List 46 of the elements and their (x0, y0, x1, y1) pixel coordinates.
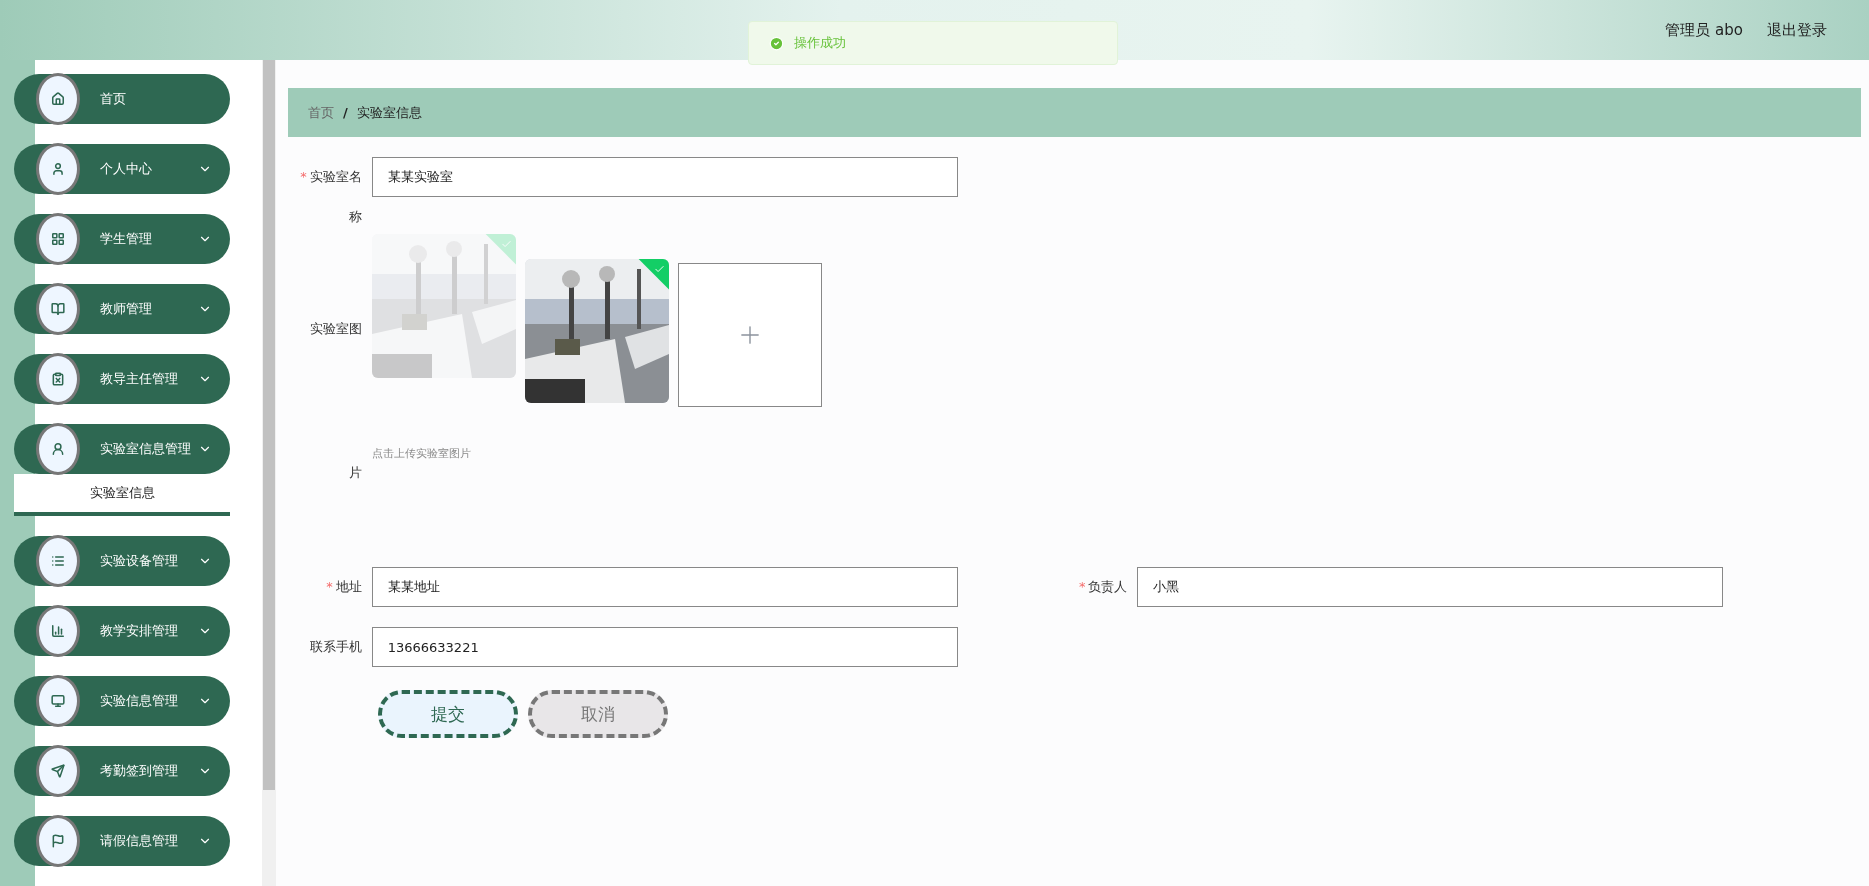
user-icon (51, 442, 65, 456)
check-icon (500, 238, 512, 250)
address-input[interactable]: 某某地址 (371, 567, 958, 607)
menu-item[interactable]: 实验信息管理 (14, 676, 230, 726)
name-input[interactable]: 某某实验室 (371, 157, 958, 197)
flag-icon (51, 834, 65, 848)
field-label: * 实验室名称 (299, 168, 363, 226)
menu-item[interactable]: 实验室信息管理 (14, 424, 230, 474)
phone-input[interactable]: 13666633221 (371, 627, 958, 667)
menu-item[interactable]: 请假信息管理 (14, 816, 230, 866)
success-icon (769, 35, 784, 51)
check-icon (653, 263, 665, 275)
logout-link[interactable]: 退出登录 (1767, 20, 1827, 40)
scrollbar-thumb[interactable] (263, 60, 275, 790)
breadcrumb-link[interactable]: 实验室信息 (356, 103, 422, 122)
menu-item[interactable]: 教师管理 (14, 284, 230, 334)
breadcrumb-separator: / (343, 105, 348, 120)
menu-item[interactable]: 考勤签到管理 (14, 746, 230, 796)
submenu-item[interactable]: 实验室信息 (14, 474, 230, 516)
manager-input[interactable]: 小黑 (1137, 567, 1724, 607)
breadcrumb-link[interactable]: 首页 (308, 103, 334, 122)
monitor-icon (51, 694, 65, 708)
clipboard-icon (51, 372, 65, 386)
field-label: * 负责人 (1077, 578, 1129, 596)
user-name: 管理员 abo (1665, 20, 1743, 40)
bar-chart-icon (51, 624, 65, 638)
list-icon (51, 554, 65, 568)
menu-item[interactable]: 实验设备管理 (14, 536, 230, 586)
menu-item[interactable]: 首页 (14, 74, 230, 124)
home-icon (51, 92, 65, 106)
menu-item[interactable]: 教学安排管理 (14, 606, 230, 656)
user-icon (51, 162, 65, 176)
book-icon (51, 302, 65, 316)
field-label: * 地址 (325, 578, 363, 596)
menu-item[interactable]: 个人中心 (14, 144, 230, 194)
grid-icon (51, 232, 65, 246)
field-label: 联系手机 (308, 638, 363, 656)
cancel-button[interactable]: 取消 (528, 690, 668, 738)
field-label: 实验室图片 (308, 320, 363, 482)
menu-item[interactable]: 教导主任管理 (14, 354, 230, 404)
toast-message: 操作成功 (794, 34, 846, 52)
submit-button[interactable]: 提交 (378, 690, 518, 738)
paper-plane-icon (51, 764, 65, 778)
upload-box[interactable] (677, 263, 822, 407)
menu-item[interactable]: 学生管理 (14, 214, 230, 264)
upload-hint: 点击上传实验室图片 (371, 446, 472, 461)
